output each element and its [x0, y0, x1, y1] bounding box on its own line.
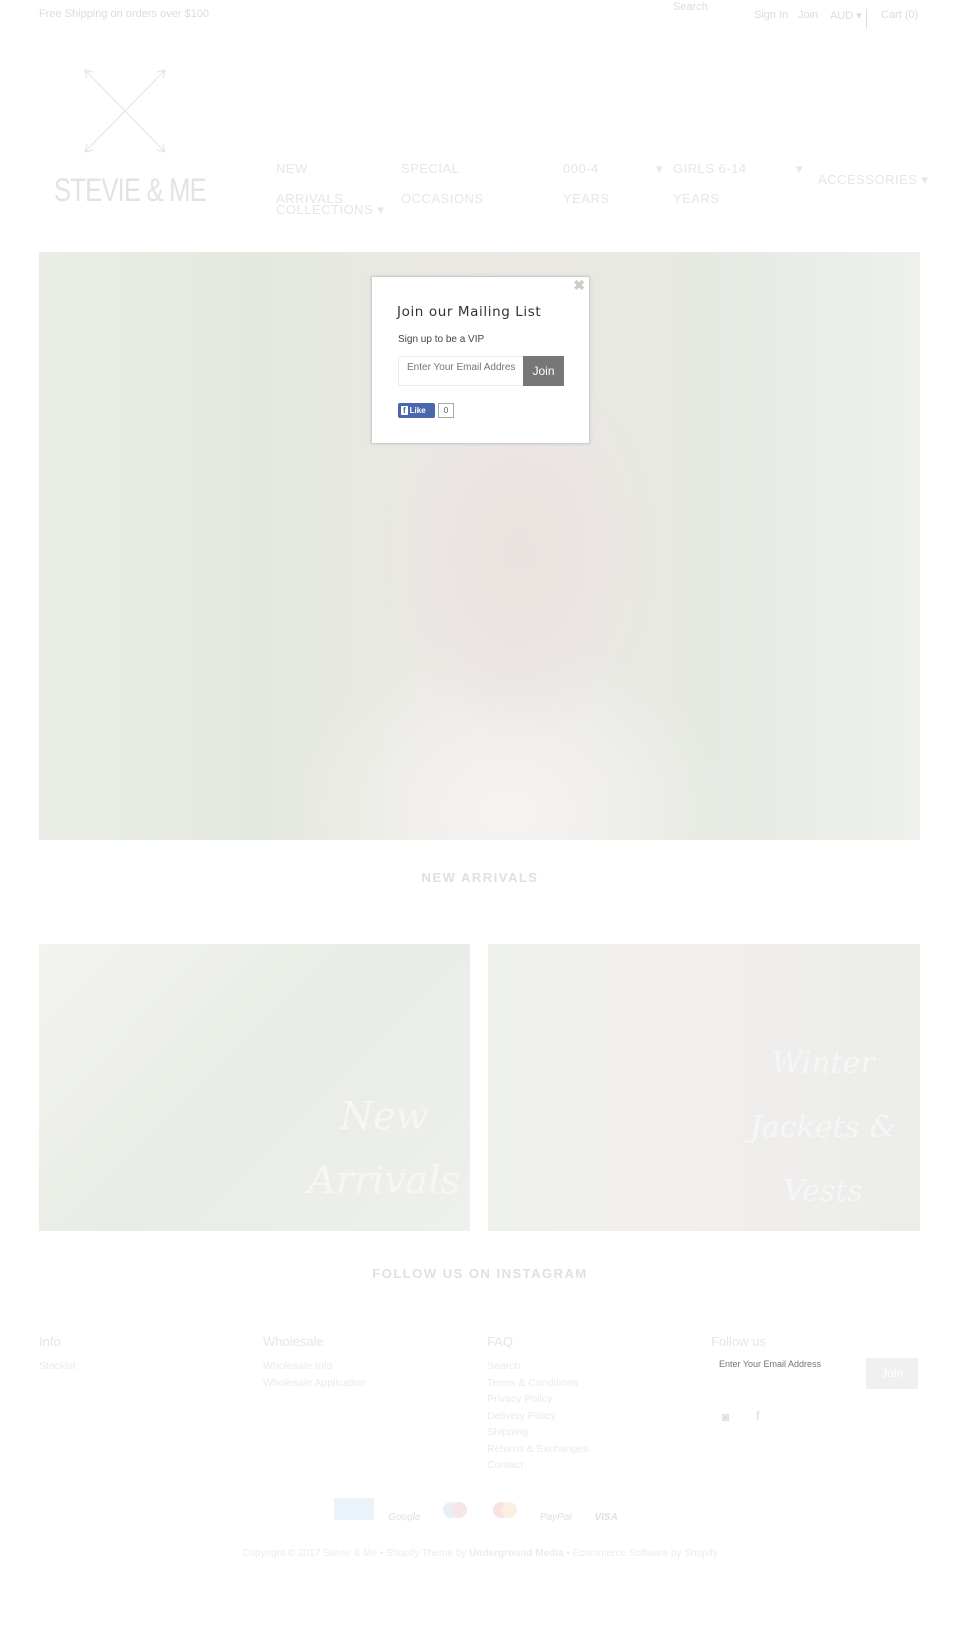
footer-link[interactable]: Terms & Conditions — [487, 1375, 589, 1392]
footer-link[interactable]: Contact — [487, 1457, 589, 1474]
logo-arrows-icon[interactable] — [70, 62, 180, 160]
nav-collections[interactable]: COLLECTIONS ▾ — [276, 195, 384, 225]
maestro-icon — [435, 1500, 475, 1522]
shopify-link[interactable]: Ecommerce Software by Shopify — [573, 1548, 718, 1559]
nav-label: SPECIAL — [401, 161, 460, 176]
modal-title: Join our Mailing List — [397, 304, 542, 320]
modal-join-button[interactable]: Join — [523, 356, 564, 386]
nav-label: COLLECTIONS — [276, 202, 374, 217]
sign-in-link[interactable]: Sign In — [754, 9, 788, 21]
promo-text: Free Shipping on orders over $100 — [39, 8, 209, 20]
new-arrivals-heading: NEW ARRIVALS — [421, 870, 539, 885]
search-input[interactable]: Search — [673, 1, 708, 13]
theme-link[interactable]: Shopify Theme — [386, 1548, 453, 1559]
mailing-list-modal: ✖ Join our Mailing List Sign up to be a … — [371, 276, 590, 444]
nav-label: NEW — [276, 161, 308, 176]
footer-join-button[interactable]: Join — [866, 1358, 918, 1389]
nav-special-occasions[interactable]: SPECIAL OCCASIONS — [401, 154, 484, 214]
footer-link[interactable]: Delivery Policy — [487, 1408, 589, 1425]
instagram-icon[interactable]: ◙ — [722, 1410, 729, 1424]
facebook-icon[interactable]: f — [756, 1408, 760, 1423]
footer-link[interactable]: Wholesale Application — [263, 1375, 366, 1392]
footer-heading: Follow us — [711, 1334, 766, 1349]
chevron-down-icon: ▾ — [795, 161, 803, 176]
footer-link[interactable]: Shipping — [487, 1424, 589, 1441]
footer-follow: Follow us Join ◙ f — [711, 1334, 921, 1454]
footer-link[interactable]: Returns & Exchanges — [487, 1441, 589, 1458]
amex-icon — [333, 1498, 374, 1520]
nav-label: YEARS — [673, 191, 720, 206]
footer-link[interactable]: Search — [487, 1358, 589, 1375]
like-count: 0 — [438, 403, 454, 418]
payment-icons: Google PayPal VISA — [0, 1498, 960, 1529]
instagram-heading: FOLLOW US ON INSTAGRAM — [372, 1266, 588, 1281]
footer-link[interactable]: Wholesale Info — [263, 1358, 366, 1375]
nav-000-4-years[interactable]: 000-4 YEARS ▾ — [563, 154, 663, 214]
tile-label: Winter Jackets & Vests — [749, 1046, 897, 1209]
chevron-down-icon: ▾ — [377, 202, 385, 217]
separator: • — [563, 1548, 573, 1559]
nav-label: 000-4 — [563, 161, 599, 176]
chevron-down-icon: ▾ — [921, 172, 929, 187]
chevron-down-icon: ▾ — [655, 161, 663, 176]
footer-link[interactable]: Privacy Policy — [487, 1391, 589, 1408]
currency-select[interactable]: AUD ▾ — [830, 9, 867, 29]
footer-wholesale: Wholesale Wholesale Info Wholesale Appli… — [263, 1334, 366, 1391]
footer-faq: FAQ Search Terms & Conditions Privacy Po… — [487, 1334, 589, 1474]
join-link[interactable]: Join — [798, 9, 818, 21]
logo-text[interactable]: STEVIE & ME — [54, 172, 207, 209]
footer-link[interactable]: Stockist — [39, 1358, 76, 1375]
footer-email-input[interactable] — [711, 1354, 861, 1384]
close-icon[interactable]: ✖ — [573, 277, 585, 294]
modal-email-input[interactable] — [398, 356, 524, 386]
visa-icon: VISA — [594, 1512, 618, 1523]
tile-label: New Arrivals — [308, 1094, 460, 1202]
nav-label: YEARS — [563, 191, 610, 206]
author-link[interactable]: Underground Media — [469, 1548, 563, 1559]
nav-accessories[interactable]: ACCESSORIES ▾ — [818, 165, 929, 195]
tile-new-arrivals[interactable]: New Arrivals — [39, 944, 470, 1231]
nav-label: OCCASIONS — [401, 191, 484, 206]
currency-value: AUD — [830, 10, 854, 22]
footer-heading: Info — [39, 1334, 61, 1349]
facebook-like-button[interactable]: f Like — [398, 403, 435, 418]
nav-girls-6-14-years[interactable]: GIRLS 6-14 YEARS ▾ — [673, 154, 803, 214]
nav-label: GIRLS 6-14 — [673, 161, 747, 176]
copyright-text: Copyright © 2017 Stevie & Me • — [242, 1548, 386, 1559]
google-icon: Google — [388, 1512, 421, 1523]
like-label: Like — [409, 406, 426, 415]
tile-winter-jackets[interactable]: Winter Jackets & Vests — [488, 944, 920, 1231]
by-text: by — [453, 1548, 470, 1559]
footer-heading: FAQ — [487, 1334, 514, 1349]
facebook-icon: f — [401, 406, 408, 415]
copyright: Copyright © 2017 Stevie & Me • Shopify T… — [0, 1548, 960, 1559]
footer-info: Info Stockist — [39, 1334, 76, 1375]
footer-heading: Wholesale — [263, 1334, 324, 1349]
cart-link[interactable]: Cart (0) — [881, 9, 918, 21]
modal-subtitle: Sign up to be a VIP — [398, 334, 485, 345]
paypal-icon: PayPal — [539, 1512, 572, 1523]
mastercard-icon — [485, 1500, 525, 1522]
nav-label: ACCESSORIES — [818, 172, 918, 187]
